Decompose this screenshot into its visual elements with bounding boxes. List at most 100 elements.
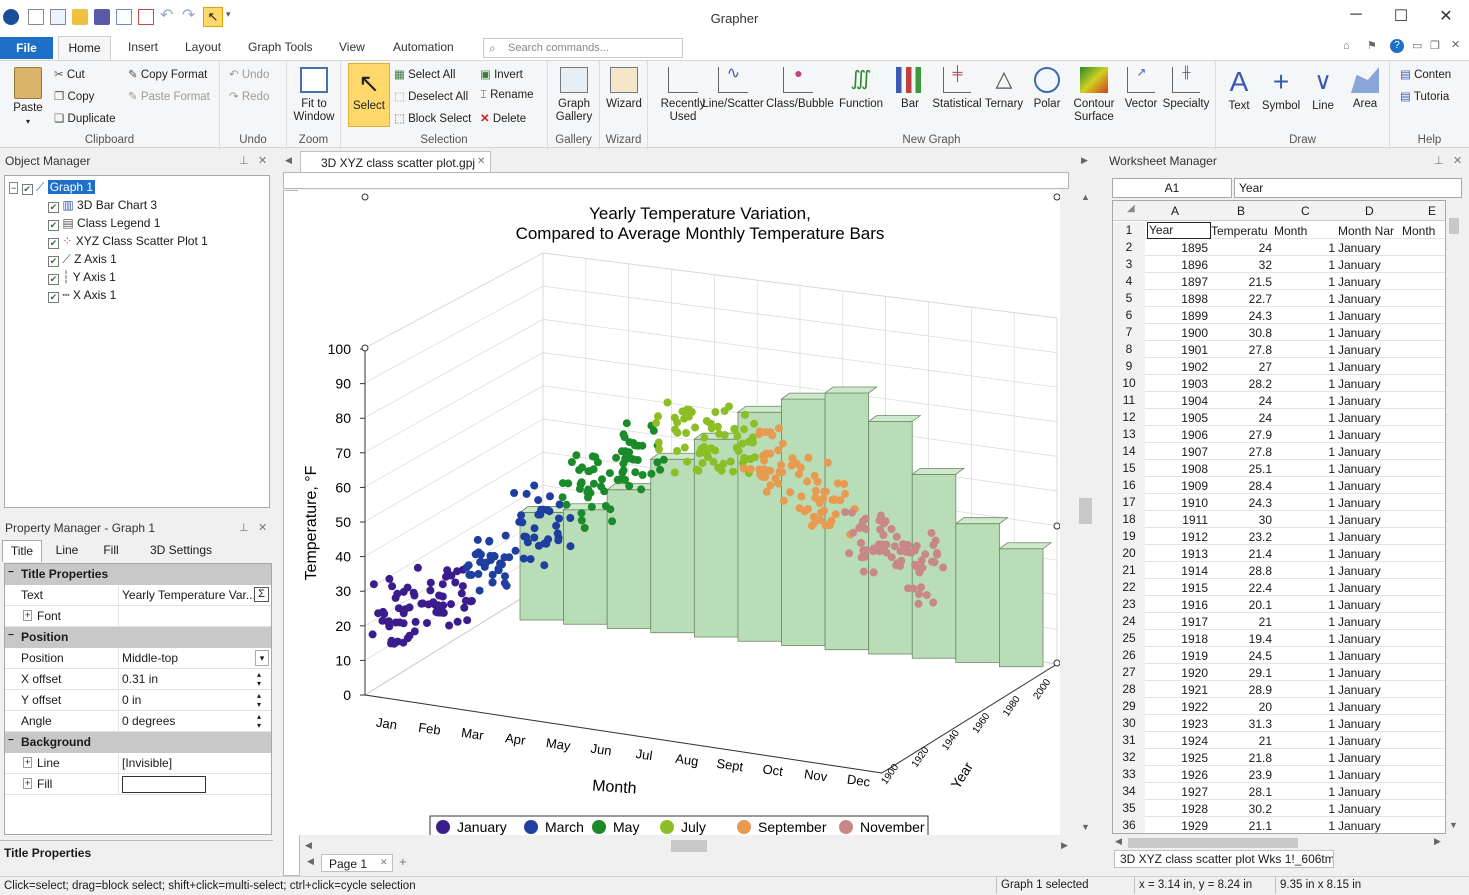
tab-title[interactable]: Title: [2, 540, 42, 562]
row-number[interactable]: 26: [1113, 647, 1145, 664]
class-bubble-button[interactable]: ● Class/Bubble: [766, 66, 834, 111]
scroll-thumb[interactable]: [1449, 218, 1459, 234]
tab-layout[interactable]: Layout: [185, 40, 221, 54]
wizard-button[interactable]: Wizard: [602, 67, 646, 111]
table-row[interactable]: 5 1898 22.7 1 January: [1113, 290, 1445, 307]
visibility-checkbox[interactable]: ✔: [48, 292, 59, 303]
cell[interactable]: 25.1: [1210, 462, 1272, 476]
cell-reference[interactable]: A1: [1112, 178, 1232, 198]
cell[interactable]: 29.1: [1210, 666, 1272, 680]
tab-3d-settings[interactable]: 3D Settings: [144, 540, 218, 562]
cell[interactable]: 1: [1273, 615, 1335, 629]
ternary-button[interactable]: △ Ternary: [983, 67, 1025, 111]
duplicate-button[interactable]: ❏ Duplicate: [54, 111, 115, 125]
cell[interactable]: 24: [1210, 394, 1272, 408]
row-number[interactable]: 19: [1113, 528, 1145, 545]
select-all-button[interactable]: ▦ Select All: [394, 67, 455, 81]
row-number[interactable]: 33: [1113, 766, 1145, 783]
cell[interactable]: 1: [1273, 564, 1335, 578]
cell[interactable]: 1918: [1146, 632, 1208, 646]
cell[interactable]: 30: [1210, 513, 1272, 527]
row-number[interactable]: 36: [1113, 817, 1145, 833]
line-value[interactable]: [Invisible]: [122, 756, 172, 770]
document-tab[interactable]: 3D XYZ class scatter plot.gpj ✕: [300, 151, 491, 173]
table-row[interactable]: 20 1913 21.4 1 January: [1113, 545, 1445, 562]
table-row[interactable]: 4 1897 21.5 1 January: [1113, 273, 1445, 290]
cell[interactable]: 27: [1210, 360, 1272, 374]
position-value[interactable]: Middle-top: [122, 651, 178, 665]
table-row[interactable]: 26 1919 24.5 1 January: [1113, 647, 1445, 664]
cell[interactable]: 1924: [1146, 734, 1208, 748]
cell[interactable]: 1908: [1146, 462, 1208, 476]
cell[interactable]: 1: [1273, 394, 1335, 408]
tree-node-z-axis[interactable]: ✔ ⟋ Z Axis 1: [48, 251, 117, 268]
cell[interactable]: 28.8: [1210, 564, 1272, 578]
home-icon[interactable]: ⌂: [1343, 40, 1350, 52]
table-row[interactable]: 18 1911 30 1 January: [1113, 511, 1445, 528]
table-row[interactable]: 30 1923 31.3 1 January: [1113, 715, 1445, 732]
row-number[interactable]: 9: [1113, 358, 1145, 375]
minimize-button[interactable]: ─: [1341, 6, 1371, 26]
cell[interactable]: 1: [1273, 734, 1335, 748]
cell[interactable]: January: [1338, 513, 1400, 527]
tree-node-3d-bar[interactable]: ✔ ▥ 3D Bar Chart 3: [48, 197, 157, 214]
cell[interactable]: 1: [1273, 411, 1335, 425]
close-panel-icon[interactable]: ✕: [1453, 154, 1462, 167]
cell[interactable]: 1: [1273, 326, 1335, 340]
cell[interactable]: 24: [1210, 411, 1272, 425]
prop-row-y-offset[interactable]: Y offset 0 in ▴ ▾: [5, 690, 271, 711]
tree-node-y-axis[interactable]: ✔ ┆ Y Axis 1: [48, 269, 116, 286]
table-row[interactable]: 15 1908 25.1 1 January: [1113, 460, 1445, 477]
bar-button[interactable]: Bar: [891, 67, 929, 111]
row-number[interactable]: 18: [1113, 511, 1145, 528]
statistical-button[interactable]: ╪ Statistical: [929, 66, 985, 111]
table-row[interactable]: 12 1905 24 1 January: [1113, 409, 1445, 426]
row-number[interactable]: 1: [1113, 222, 1145, 239]
row-number[interactable]: 5: [1113, 290, 1145, 307]
table-row[interactable]: 16 1909 28.4 1 January: [1113, 477, 1445, 494]
cell[interactable]: 1: [1273, 666, 1335, 680]
text-draw-button[interactable]: A Text: [1222, 67, 1256, 113]
contour-surface-button[interactable]: Contour Surface: [1068, 67, 1120, 124]
cell[interactable]: 1929: [1146, 819, 1208, 833]
worksheet-tab[interactable]: 3D XYZ class scatter plot Wks 1!_606tmp: [1114, 850, 1334, 868]
cell[interactable]: 1: [1273, 717, 1335, 731]
cell[interactable]: 1: [1273, 360, 1335, 374]
cell[interactable]: 1927: [1146, 785, 1208, 799]
cell[interactable]: 1919: [1146, 649, 1208, 663]
cell[interactable]: January: [1338, 581, 1400, 595]
cell[interactable]: 1926: [1146, 768, 1208, 782]
scroll-left-icon[interactable]: ◀: [305, 840, 312, 851]
table-row[interactable]: 8 1901 27.8 1 January: [1113, 341, 1445, 358]
dropdown-arrow-icon[interactable]: ▾: [255, 650, 269, 666]
cell[interactable]: 1895: [1146, 241, 1208, 255]
restore-doc-icon[interactable]: ❐: [1430, 39, 1440, 52]
section-background[interactable]: − Background: [5, 732, 271, 753]
prop-row-angle[interactable]: Angle 0 degrees ▴ ▾: [5, 711, 271, 732]
copy-format-button[interactable]: ✎ Copy Format: [128, 67, 207, 81]
cell[interactable]: January: [1338, 598, 1400, 612]
cell[interactable]: 24.5: [1210, 649, 1272, 663]
rename-button[interactable]: ⌶ Rename: [480, 89, 534, 102]
cell[interactable]: 1916: [1146, 598, 1208, 612]
spinner-icon[interactable]: ▴ ▾: [257, 712, 261, 730]
cell[interactable]: 1: [1273, 768, 1335, 782]
pin-icon[interactable]: ⊥: [239, 521, 249, 534]
section-position[interactable]: − Position: [5, 627, 271, 648]
block-select-button[interactable]: ⬚ Block Select: [394, 111, 471, 125]
cell[interactable]: 1: [1273, 275, 1335, 289]
cell[interactable]: 21: [1210, 734, 1272, 748]
cell[interactable]: 21.4: [1210, 547, 1272, 561]
redo-button[interactable]: ↷ Redo: [229, 89, 269, 103]
cell[interactable]: 21.5: [1210, 275, 1272, 289]
column-header[interactable]: D: [1365, 204, 1374, 218]
prop-row-position[interactable]: Position Middle-top ▾: [5, 648, 271, 669]
worksheet-hscroll[interactable]: ◀ ▶: [1112, 836, 1446, 850]
scroll-left-icon[interactable]: ◀: [1115, 836, 1122, 847]
row-number[interactable]: 25: [1113, 630, 1145, 647]
cell[interactable]: 1897: [1146, 275, 1208, 289]
cell[interactable]: 1921: [1146, 683, 1208, 697]
visibility-checkbox[interactable]: ✔: [48, 256, 59, 267]
cell[interactable]: 1: [1273, 445, 1335, 459]
row-number[interactable]: 6: [1113, 307, 1145, 324]
